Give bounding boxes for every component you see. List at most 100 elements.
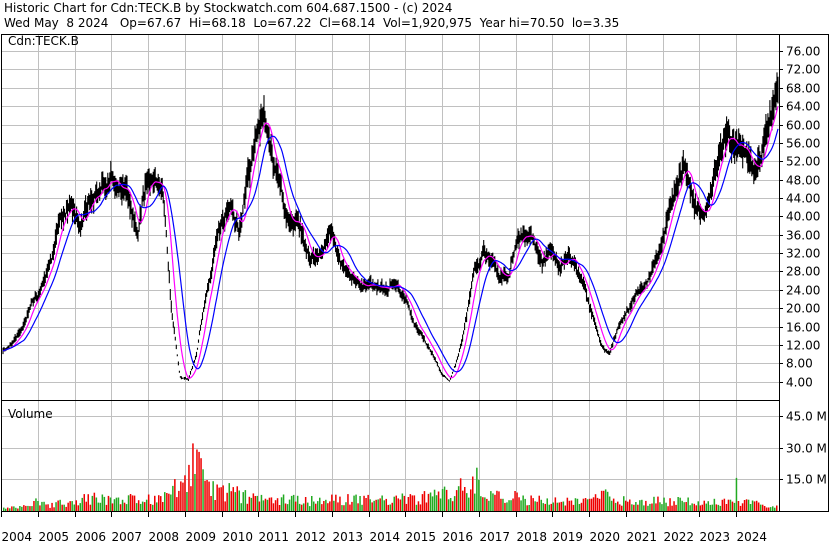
volume-bar [365,498,367,511]
volume-bar [276,498,279,511]
volume-bar [75,500,78,511]
volume-bar [637,504,639,511]
x-tick-label: 2017 [480,530,511,543]
volume-bar [439,498,442,511]
volume-bar [69,501,71,511]
volume-bar [765,507,768,511]
volume-bar [347,494,349,511]
volume-bar [568,500,571,511]
x-tick-label: 2015 [406,530,437,543]
volume-bar [242,492,245,511]
volume-bar [196,449,198,511]
volume-bar [288,499,291,511]
volume-bar [447,499,450,511]
volume-bar [172,485,174,511]
volume-bar [178,490,180,511]
volume-bar [625,500,627,511]
volume-bar [260,494,263,511]
volume-bar [377,499,379,511]
volume-bar [63,504,65,511]
volume-bar [166,493,168,511]
volume-bar [61,504,63,511]
volume-bar [574,498,577,511]
volume-bar [610,500,613,511]
volume-bar [661,504,663,511]
volume-bar [182,482,184,511]
x-tick-label: 2019 [553,530,584,543]
volume-bar [117,497,120,511]
x-tick-label: 2014 [370,530,401,543]
volume-bar [135,503,138,511]
volume-bar [425,502,428,511]
volume-bar [623,496,625,511]
volume-bar [431,496,434,511]
volume-bar [757,502,760,511]
volume-bar [468,497,470,511]
volume-panel [1,400,780,512]
volume-bar [232,487,235,511]
volume-bar [357,503,359,511]
volume-bar [459,478,462,511]
volume-bar [701,504,704,511]
volume-bar [188,464,190,511]
volume-bar [524,498,526,511]
volume-bar [47,504,49,511]
volume-bar [594,494,597,511]
volume-bar [490,491,492,511]
volume-bar [274,500,277,511]
volume-bar [379,498,381,511]
volume-bar [532,498,534,511]
volume-bar [729,499,732,511]
volume-bar [776,505,778,511]
volume-bar [606,491,609,511]
volume-bar [649,503,651,511]
volume-bar [190,486,192,511]
price-tick-label: 28.00 [786,265,820,279]
price-tick-label: 40.00 [786,210,820,224]
volume-bar [665,502,667,511]
volume-bar [216,484,218,511]
volume-bar [635,502,637,511]
volume-bar [309,506,311,511]
volume-bar [401,493,404,511]
volume-bar [361,504,363,511]
volume-bar [57,500,59,511]
volume-bar [741,503,744,511]
volume-bar [667,506,669,511]
volume-bar [759,504,762,511]
volume-bar [105,504,108,511]
volume-bar [323,501,325,511]
volume-bar [725,504,728,511]
volume-bar [466,493,468,511]
volume-bar [482,497,484,511]
volume-bar [55,502,57,511]
volume-bar [621,505,623,511]
volume-bar [220,487,222,511]
volume-bar [226,492,228,511]
volume-bar [723,498,726,511]
volume-bar [556,502,559,511]
volume-bar [238,490,241,511]
volume-bar [737,501,740,511]
volume-bar [745,499,748,511]
volume-bar [331,494,333,511]
volume-bar [453,496,456,511]
volume-bar [125,504,128,511]
volume-bar [194,474,196,511]
volume-bar [119,504,122,511]
x-tick-labels: 2004 2005 2006 2007 2008 2009 2010 2011 2012 2013… [1,511,767,543]
volume-bar [254,496,257,511]
volume-bar [681,500,683,511]
volume-bar [749,504,752,511]
volume-bar [280,497,283,511]
volume-bar [35,498,37,511]
volume-bar [554,497,557,511]
volume-bar [115,497,118,511]
volume-bar [89,504,92,511]
volume-bar [375,499,377,511]
volume-bar [562,501,565,511]
volume-bar [147,494,150,511]
volume-bar [433,489,436,511]
volume-bar [663,497,665,511]
volume-bar [149,504,152,511]
